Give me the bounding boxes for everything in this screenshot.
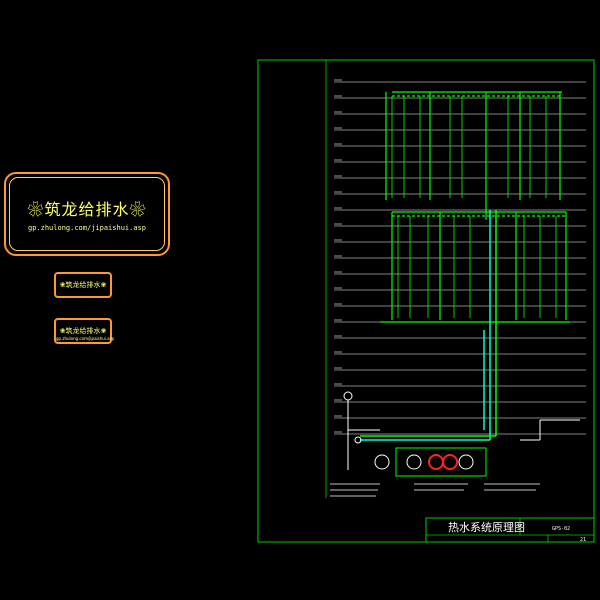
water-heater-2 xyxy=(406,454,422,470)
upper-zone-piping xyxy=(385,91,562,220)
upper-zone-risers xyxy=(391,96,547,198)
sheet-border xyxy=(257,59,595,543)
main-risers xyxy=(347,210,497,470)
water-heater-5 xyxy=(458,454,474,470)
water-heater-4 xyxy=(442,454,458,470)
water-heater-1 xyxy=(374,454,390,470)
lower-zone-risers xyxy=(397,216,557,318)
title-block: 热水系统原理图 GPS-02 21 xyxy=(425,517,595,543)
drawing-code: GPS-02 xyxy=(552,526,570,532)
plant-room-notes xyxy=(330,483,540,497)
drawing-page: 21 xyxy=(580,537,586,543)
floor-lines xyxy=(334,79,586,435)
lower-zone-piping xyxy=(380,211,570,323)
hot-water-system-diagram: 热水系统原理图 GPS-02 21 xyxy=(257,59,595,543)
water-heater-3 xyxy=(428,454,444,470)
expansion-tank xyxy=(343,391,353,401)
drawing-title: 热水系统原理图 xyxy=(448,521,525,534)
